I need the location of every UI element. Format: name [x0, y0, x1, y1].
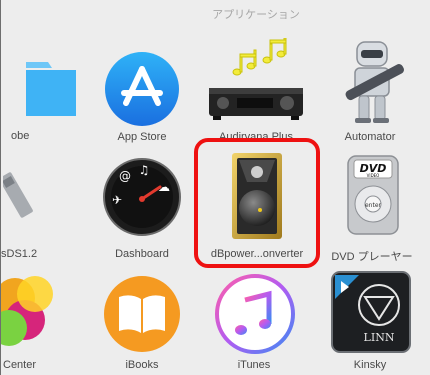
app-game-center[interactable]: Center — [1, 250, 53, 375]
linn-text: LINN — [364, 331, 395, 344]
app-label: Center — [3, 359, 37, 371]
app-ibooks[interactable]: iBooks — [87, 250, 197, 375]
book-icon — [103, 275, 181, 358]
svg-text:♫: ♫ — [139, 163, 150, 177]
app-label: iTunes — [237, 359, 271, 371]
robot-icon — [337, 38, 409, 129]
amplifier-icon — [207, 37, 305, 127]
svg-text:✈: ✈ — [112, 193, 122, 207]
app-label: iBooks — [125, 359, 159, 371]
app-kinsky[interactable]: LINN Kinsky — [315, 250, 425, 375]
app-label: Kinsky — [353, 359, 387, 371]
dvd-remote-icon: DVD VIDEO enter — [346, 154, 400, 241]
svg-text:@: @ — [119, 169, 131, 183]
app-itunes[interactable]: iTunes — [199, 250, 309, 375]
tool-icon — [1, 162, 43, 227]
dashboard-icon: @ ♫ ✈ ☁ — [102, 157, 182, 242]
enter-text: enter — [365, 202, 382, 209]
music-note-icon — [215, 274, 295, 359]
linn-icon: LINN — [331, 271, 411, 358]
game-center-icon — [1, 272, 65, 357]
highlight-frame — [194, 138, 320, 268]
applications-window: アプリケーション obe App Store Audirvana Plus Au… — [0, 0, 430, 375]
dvd-video-text: VIDEO — [367, 173, 380, 178]
folder-icon — [26, 62, 76, 116]
